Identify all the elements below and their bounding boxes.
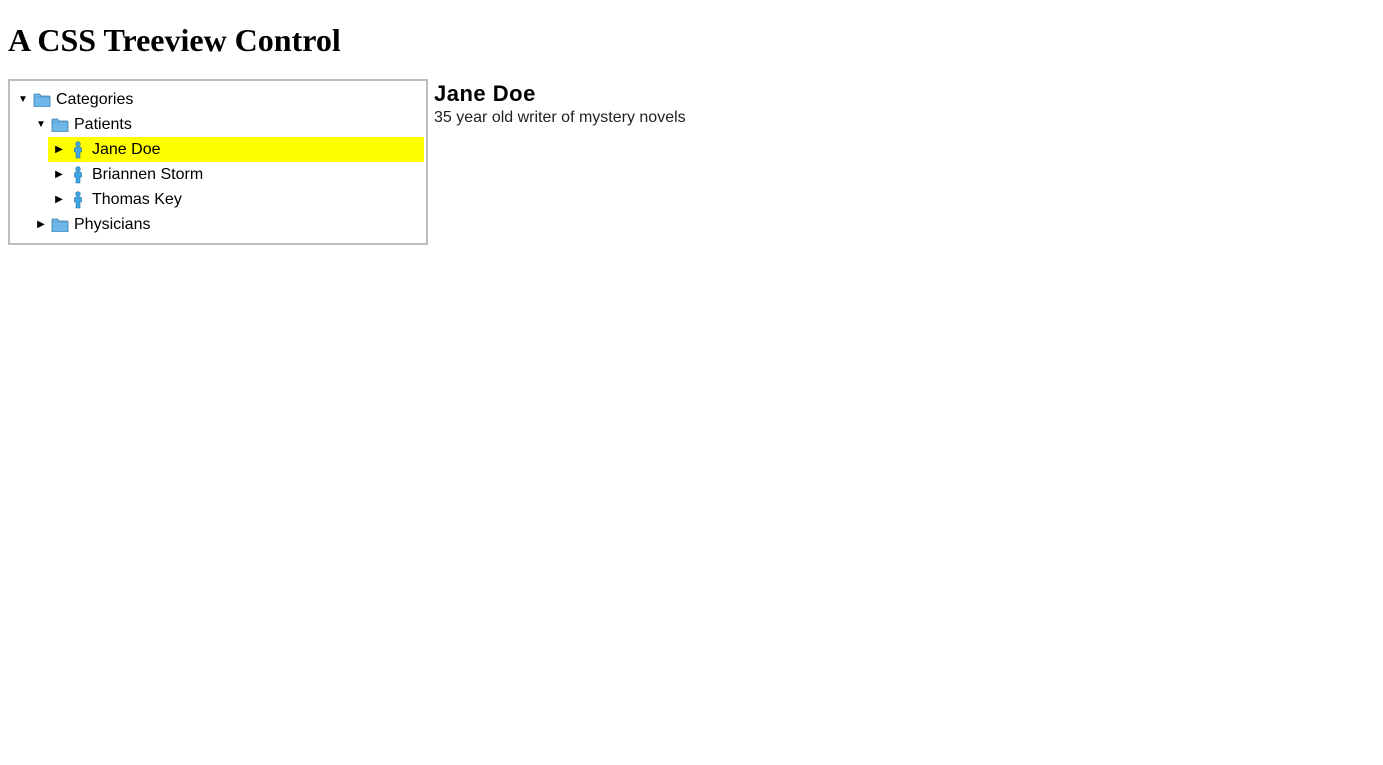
treeview[interactable]: ▼ Categories ▼	[12, 87, 424, 237]
tree-label: Physicians	[74, 212, 150, 237]
detail-description: 35 year old writer of mystery novels	[434, 109, 686, 127]
tree-row[interactable]: ▶ Jane Doe	[48, 137, 424, 162]
person-icon	[68, 166, 88, 184]
detail-panel: Jane Doe 35 year old writer of mystery n…	[434, 79, 686, 127]
tree-label: Jane Doe	[92, 137, 161, 162]
tree-row[interactable]: ▼ Patients	[30, 112, 424, 137]
tree-node-thomas-key[interactable]: ▶ Thomas Key	[48, 187, 424, 212]
tree-row[interactable]: ▶ Thomas Key	[48, 187, 424, 212]
chevron-right-icon[interactable]: ▶	[34, 212, 48, 237]
main-layout: ▼ Categories ▼	[8, 79, 1375, 245]
tree-row[interactable]: ▼ Categories	[12, 87, 424, 112]
page-title: A CSS Treeview Control	[8, 22, 1375, 59]
tree-label: Patients	[74, 112, 132, 137]
tree-label: Categories	[56, 87, 133, 112]
tree-panel: ▼ Categories ▼	[8, 79, 428, 245]
tree-node-jane-doe[interactable]: ▶ Jane Doe	[48, 137, 424, 162]
tree-node-physicians[interactable]: ▶ Physicians	[30, 212, 424, 237]
tree-label: Briannen Storm	[92, 162, 203, 187]
tree-row[interactable]: ▶ Physicians	[30, 212, 424, 237]
folder-icon	[32, 93, 52, 107]
tree-label: Thomas Key	[92, 187, 182, 212]
chevron-right-icon[interactable]: ▶	[52, 162, 66, 187]
tree-node-categories[interactable]: ▼ Categories ▼	[12, 87, 424, 237]
tree-node-briannen-storm[interactable]: ▶ Briannen Storm	[48, 162, 424, 187]
person-icon	[68, 141, 88, 159]
detail-title: Jane Doe	[434, 81, 686, 107]
chevron-right-icon[interactable]: ▶	[52, 187, 66, 212]
person-icon	[68, 191, 88, 209]
chevron-right-icon[interactable]: ▶	[52, 137, 66, 162]
tree-node-patients[interactable]: ▼ Patients	[30, 112, 424, 212]
folder-icon	[50, 218, 70, 232]
folder-icon	[50, 118, 70, 132]
chevron-down-icon[interactable]: ▼	[34, 112, 48, 137]
tree-row[interactable]: ▶ Briannen Storm	[48, 162, 424, 187]
chevron-down-icon[interactable]: ▼	[16, 87, 30, 112]
